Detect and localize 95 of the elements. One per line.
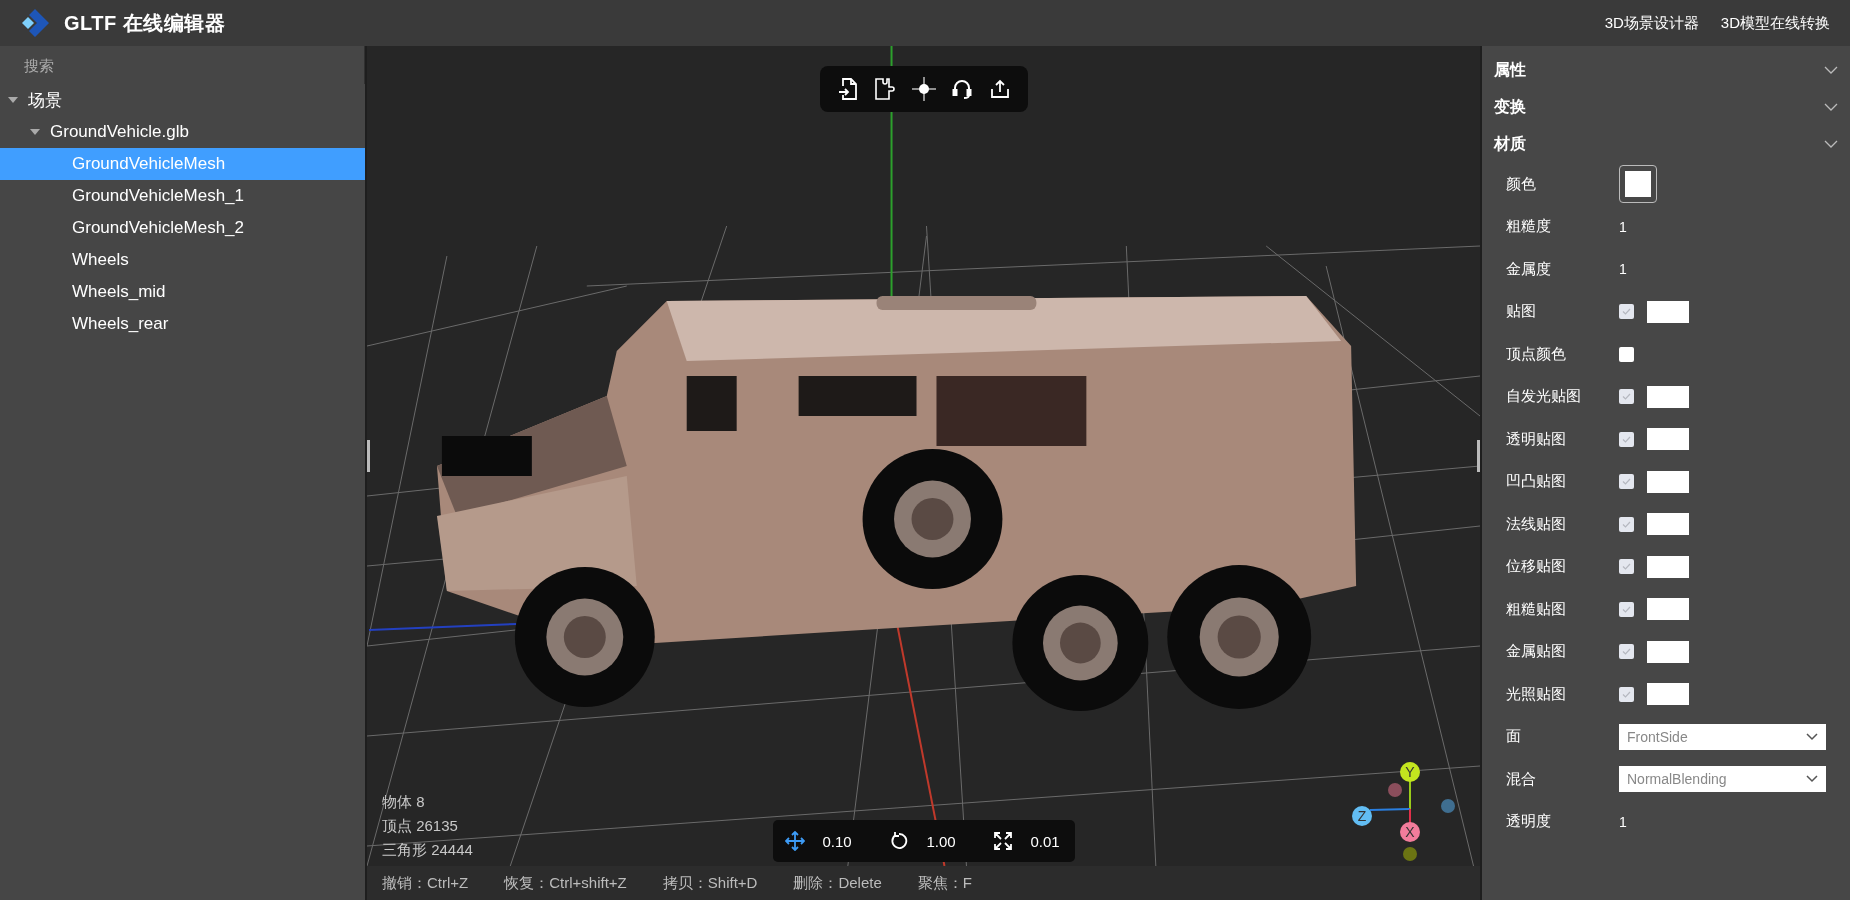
property-label: 金属度 bbox=[1506, 259, 1552, 279]
section-header[interactable]: 材质 bbox=[1482, 126, 1850, 163]
property-value: 1 bbox=[1619, 218, 1627, 235]
move-icon[interactable] bbox=[784, 831, 805, 851]
check-icon bbox=[1622, 605, 1631, 613]
property-label: 颜色 bbox=[1506, 174, 1537, 194]
step-value: 1.00 bbox=[926, 832, 956, 850]
caret-icon[interactable] bbox=[8, 96, 18, 104]
check-icon bbox=[1622, 563, 1631, 571]
property-label: 凹凸贴图 bbox=[1506, 472, 1567, 492]
property-label: 位移贴图 bbox=[1506, 557, 1567, 577]
chevron-icon bbox=[1824, 140, 1838, 149]
checkbox[interactable] bbox=[1619, 644, 1634, 660]
chevron-down-icon bbox=[1806, 775, 1818, 784]
puzzle-icon bbox=[874, 78, 897, 100]
check-icon bbox=[1622, 520, 1631, 528]
checkbox[interactable] bbox=[1619, 346, 1634, 362]
chevron-down-icon bbox=[1806, 732, 1818, 741]
check-icon bbox=[1622, 393, 1631, 401]
property-label: 粗糙贴图 bbox=[1506, 599, 1567, 619]
tree-item[interactable]: GroundVehicleMesh_2 bbox=[0, 212, 365, 244]
headset-icon bbox=[951, 78, 972, 100]
check-icon bbox=[1622, 308, 1631, 316]
checkbox[interactable] bbox=[1619, 431, 1634, 447]
nav-link[interactable]: 3D场景设计器 bbox=[1604, 13, 1699, 33]
property-label: 粗糙度 bbox=[1506, 217, 1552, 237]
tree-item[interactable]: GroundVehicleMesh_1 bbox=[0, 180, 365, 212]
property-label: 透明度 bbox=[1506, 812, 1552, 832]
texture-slot[interactable] bbox=[1647, 385, 1689, 408]
scene-stat: 三角形 24444 bbox=[382, 841, 473, 860]
texture-slot[interactable] bbox=[1647, 470, 1689, 493]
texture-slot[interactable] bbox=[1647, 513, 1689, 536]
toolbar-button[interactable] bbox=[909, 74, 938, 104]
shortcut-hint: 撤销：Ctrl+Z bbox=[382, 873, 469, 893]
scene-stat: 物体 8 bbox=[382, 793, 426, 812]
tree-item[interactable]: GroundVehicle.glb bbox=[0, 116, 365, 148]
checkbox[interactable] bbox=[1619, 516, 1634, 532]
search-field[interactable]: 搜索 bbox=[0, 46, 365, 84]
checkbox[interactable] bbox=[1619, 389, 1634, 405]
shortcut-hint: 拷贝：Shift+D bbox=[662, 873, 758, 893]
nav-link[interactable]: 3D模型在线转换 bbox=[1720, 13, 1830, 33]
property-label: 金属贴图 bbox=[1506, 642, 1567, 662]
color-picker[interactable] bbox=[1619, 165, 1657, 204]
property-label: 顶点颜色 bbox=[1506, 344, 1567, 364]
app-title: GLTF 在线编辑器 bbox=[64, 10, 226, 36]
texture-slot[interactable] bbox=[1647, 598, 1689, 621]
caret-icon[interactable] bbox=[30, 128, 40, 136]
scale-icon[interactable] bbox=[992, 831, 1013, 851]
shortcut-hint: 删除：Delete bbox=[793, 873, 882, 893]
tree-item[interactable]: 场景 bbox=[0, 84, 365, 116]
dropdown[interactable]: FrontSide bbox=[1619, 723, 1826, 750]
property-label: 透明贴图 bbox=[1506, 429, 1567, 449]
checkbox[interactable] bbox=[1619, 474, 1634, 490]
axis-gizmo-drawing[interactable]: Y Z X bbox=[1352, 762, 1455, 861]
rotate-icon[interactable] bbox=[888, 831, 909, 851]
checkbox[interactable] bbox=[1619, 686, 1634, 702]
tree-item[interactable]: Wheels bbox=[0, 244, 365, 276]
chevron-icon bbox=[1824, 66, 1838, 75]
share-icon bbox=[989, 79, 1010, 99]
logo-icon bbox=[20, 8, 50, 38]
check-icon bbox=[1622, 478, 1631, 486]
check-icon bbox=[1622, 435, 1631, 443]
property-label: 光照贴图 bbox=[1506, 684, 1567, 704]
property-label: 面 bbox=[1506, 727, 1522, 747]
check-icon bbox=[1622, 690, 1631, 698]
property-value: 1 bbox=[1619, 813, 1627, 830]
shortcut-hint: 恢复：Ctrl+shift+Z bbox=[504, 873, 627, 893]
step-value: 0.01 bbox=[1030, 832, 1060, 850]
light-icon bbox=[911, 77, 936, 101]
file-import-icon bbox=[837, 78, 858, 100]
tree-item[interactable]: Wheels_rear bbox=[0, 308, 365, 340]
checkbox[interactable] bbox=[1619, 559, 1634, 575]
property-label: 混合 bbox=[1506, 769, 1537, 789]
property-value: 1 bbox=[1619, 261, 1627, 278]
check-icon bbox=[1622, 648, 1631, 656]
shortcut-hint: 聚焦：F bbox=[917, 873, 972, 893]
section-header[interactable]: 变换 bbox=[1482, 89, 1850, 126]
step-value: 0.10 bbox=[822, 832, 852, 850]
texture-slot[interactable] bbox=[1647, 300, 1689, 323]
property-label: 法线贴图 bbox=[1506, 514, 1567, 534]
dropdown[interactable]: NormalBlending bbox=[1619, 766, 1826, 793]
checkbox[interactable] bbox=[1619, 601, 1634, 617]
property-label: 自发光贴图 bbox=[1506, 387, 1582, 407]
texture-slot[interactable] bbox=[1647, 640, 1689, 663]
texture-slot[interactable] bbox=[1647, 683, 1689, 706]
chevron-icon bbox=[1824, 103, 1838, 112]
tree-item[interactable]: Wheels_mid bbox=[0, 276, 365, 308]
property-label: 贴图 bbox=[1506, 302, 1537, 322]
scene-stat: 顶点 26135 bbox=[382, 817, 459, 836]
resize-handle[interactable] bbox=[1477, 440, 1480, 472]
checkbox[interactable] bbox=[1619, 304, 1634, 320]
section-header[interactable]: 属性 bbox=[1482, 52, 1850, 89]
texture-slot[interactable] bbox=[1647, 428, 1689, 451]
resize-handle[interactable] bbox=[367, 440, 370, 472]
texture-slot[interactable] bbox=[1647, 555, 1689, 578]
